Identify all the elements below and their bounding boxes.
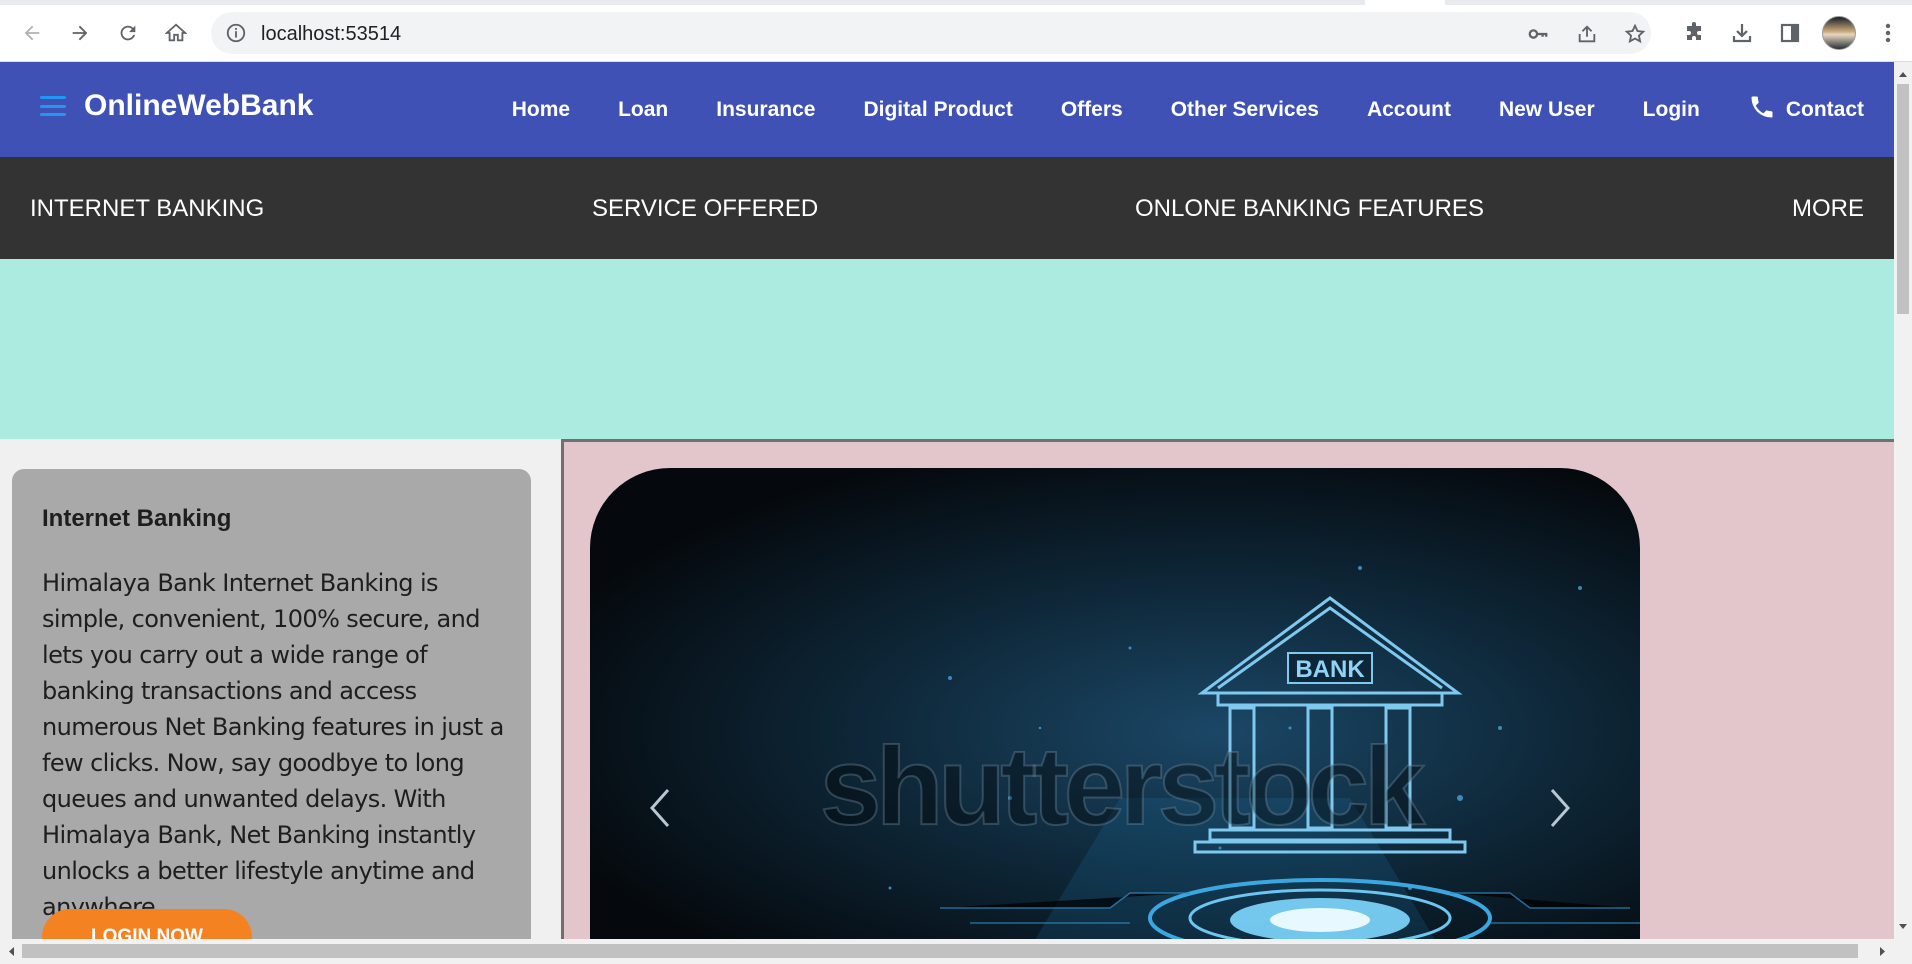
subnav-online-banking-features[interactable]: ONLONE BANKING FEATURES [1135, 195, 1484, 223]
brand: OnlineWebBank [40, 89, 313, 123]
nav-home[interactable]: Home [512, 98, 570, 122]
url-text[interactable]: localhost:53514 [261, 23, 401, 46]
card-title: Internet Banking [42, 505, 232, 532]
right-column: BANK shutterstock [561, 439, 1894, 939]
horizontal-scrollbar[interactable] [0, 939, 1912, 964]
nav-account[interactable]: Account [1367, 98, 1451, 122]
nav-other-services[interactable]: Other Services [1171, 98, 1319, 122]
star-icon[interactable] [1622, 21, 1648, 47]
reload-icon[interactable] [112, 17, 144, 49]
scroll-down-icon[interactable] [1894, 919, 1912, 935]
nav-login[interactable]: Login [1643, 98, 1700, 122]
info-icon[interactable] [225, 22, 247, 49]
carousel-next-icon[interactable] [1540, 778, 1580, 838]
brand-name[interactable]: OnlineWebBank [84, 89, 313, 123]
nav-offers[interactable]: Offers [1061, 98, 1123, 122]
download-icon[interactable] [1726, 17, 1758, 49]
horizontal-scroll-thumb[interactable] [22, 944, 1858, 958]
nav-contact-label: Contact [1785, 97, 1864, 121]
nav-links: Home Loan Insurance Digital Product Offe… [464, 62, 1864, 157]
phone-icon [1748, 93, 1776, 127]
watermark-text: shutterstock [819, 724, 1426, 849]
left-column: Internet Banking Himalaya Bank Internet … [0, 439, 561, 939]
hero-band [0, 259, 1894, 439]
nav-loan[interactable]: Loan [618, 98, 668, 122]
nav-new-user[interactable]: New User [1499, 98, 1595, 122]
profile-avatar[interactable] [1822, 16, 1856, 50]
home-icon[interactable] [160, 17, 192, 49]
carousel-prev-icon[interactable] [640, 778, 680, 838]
scroll-right-icon[interactable] [1874, 939, 1890, 964]
hamburger-menu-icon[interactable] [40, 96, 66, 116]
main-navbar: OnlineWebBank Home Loan Insurance Digita… [0, 62, 1894, 157]
secondary-navbar: INTERNET BANKING SERVICE OFFERED ONLONE … [0, 157, 1894, 259]
scroll-left-icon[interactable] [4, 939, 20, 964]
subnav-internet-banking[interactable]: INTERNET BANKING [30, 195, 264, 223]
subnav-service-offered[interactable]: SERVICE OFFERED [592, 195, 818, 223]
sidepanel-icon[interactable] [1774, 17, 1806, 49]
subnav-more[interactable]: MORE [1792, 195, 1864, 223]
browser-toolbar: localhost:53514 [0, 0, 1912, 62]
nav-digital-product[interactable]: Digital Product [863, 98, 1012, 122]
scroll-up-icon[interactable] [1894, 66, 1912, 82]
vertical-scrollbar[interactable] [1894, 62, 1912, 939]
back-icon[interactable] [16, 17, 48, 49]
bank-sign-text: BANK [1295, 656, 1365, 683]
extensions-icon[interactable] [1678, 17, 1710, 49]
nav-contact[interactable]: Contact [1748, 93, 1864, 127]
nav-insurance[interactable]: Insurance [716, 98, 815, 122]
menu-icon[interactable] [1872, 17, 1904, 49]
card-body: Himalaya Bank Internet Banking is simple… [42, 569, 504, 921]
key-icon[interactable] [1525, 21, 1551, 47]
vertical-scroll-thumb[interactable] [1897, 84, 1909, 314]
share-icon[interactable] [1574, 21, 1600, 47]
forward-icon[interactable] [64, 17, 96, 49]
bank-illustration: BANK [888, 566, 1640, 939]
image-carousel: BANK shutterstock [590, 468, 1640, 939]
internet-banking-card: Internet Banking Himalaya Bank Internet … [12, 469, 531, 939]
address-bar[interactable]: localhost:53514 [211, 12, 1651, 54]
page-viewport: OnlineWebBank Home Loan Insurance Digita… [0, 62, 1894, 939]
login-now-button[interactable]: LOGIN NOW [42, 909, 252, 939]
tab-strip [0, 0, 1912, 5]
